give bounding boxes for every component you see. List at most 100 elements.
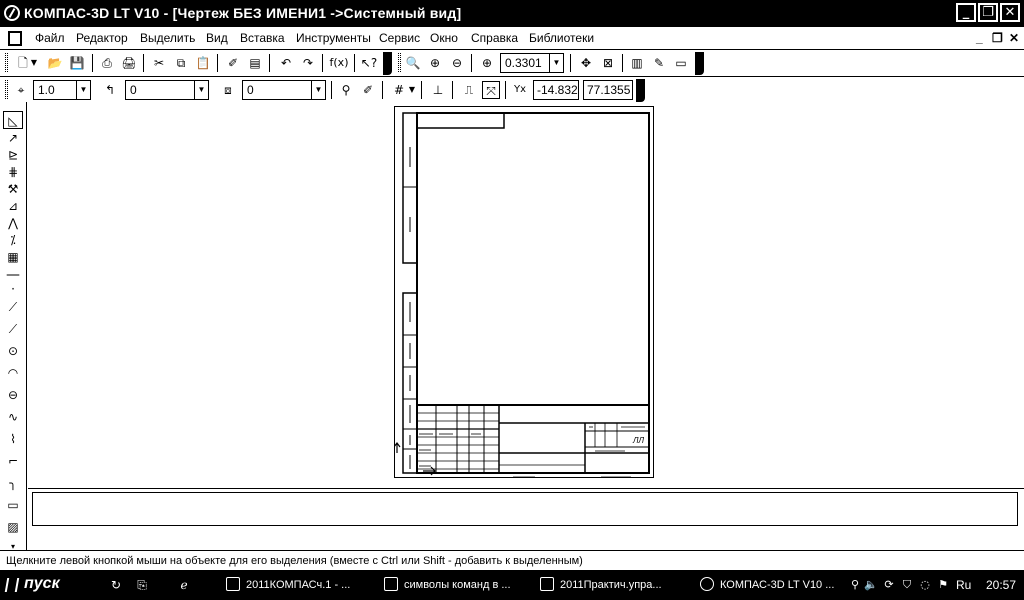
grid-icon[interactable]: # [390, 81, 408, 99]
mdi-minimize-button[interactable]: _ [976, 31, 983, 45]
quicklaunch-ie-icon[interactable]: ℯ [176, 577, 192, 593]
redo-icon[interactable]: ↷ [299, 54, 317, 72]
zoom-in-icon[interactable]: ⊕ [426, 54, 444, 72]
toolbar-grip[interactable] [5, 80, 8, 99]
nurbs-icon[interactable]: ∿ [3, 408, 23, 426]
mdi-restore-button[interactable]: ❐ [992, 31, 1003, 45]
tray-flag-icon[interactable]: ⚑ [936, 578, 950, 592]
quicklaunch-folder-icon[interactable]: ⎘ [134, 577, 150, 593]
rectangle-icon[interactable]: ▭ [3, 496, 23, 514]
menu-select[interactable]: Выделить [140, 31, 195, 45]
quicklaunch-refresh-icon[interactable]: ↻ [108, 577, 124, 593]
chevron-down-icon[interactable]: ▼ [194, 81, 208, 99]
layer-state-icon[interactable]: ⧈ [219, 81, 237, 99]
zoom-out-icon[interactable]: ⊖ [448, 54, 466, 72]
menu-window[interactable]: Окно [430, 31, 458, 45]
cut-icon[interactable]: ✂ [150, 54, 168, 72]
toolbar-grip[interactable] [398, 53, 401, 72]
angle-step-icon[interactable]: ↰ [101, 81, 119, 99]
select-panel-icon[interactable]: ⋀ [3, 214, 23, 232]
toolbar-end-cap[interactable] [695, 52, 704, 75]
snap-icon[interactable]: ⚲ [337, 81, 355, 99]
toolbar-end-cap[interactable] [383, 52, 392, 75]
open-icon[interactable]: 📂 [46, 54, 64, 72]
local-cs-icon[interactable]: ⊥ [429, 81, 447, 99]
zoom-scale-icon[interactable]: ⊕ [478, 54, 496, 72]
coord-x-field[interactable]: -14.832 [533, 80, 579, 100]
menu-edit[interactable]: Редактор [76, 31, 128, 45]
new-dropdown-icon[interactable]: ▼ [30, 54, 38, 72]
show-all-icon[interactable]: ⊠ [599, 54, 617, 72]
menu-libraries[interactable]: Библиотеки [529, 31, 594, 45]
measure-panel-icon[interactable]: ⊿ [3, 197, 23, 215]
tray-sync-icon[interactable]: ⟳ [882, 578, 896, 592]
menu-insert[interactable]: Вставка [240, 31, 285, 45]
layer-combo[interactable]: 0 ▼ [125, 80, 209, 100]
paste-icon[interactable]: 📋 [194, 54, 212, 72]
style-combo[interactable]: 0 ▼ [242, 80, 326, 100]
segment-icon[interactable]: ⟋ [3, 320, 23, 338]
round-off-icon[interactable]: ⤧ [482, 81, 500, 99]
reports-panel-icon[interactable]: ▦ [3, 248, 23, 266]
clock[interactable]: 20:57 [986, 578, 1016, 592]
task-button[interactable]: 2011КОМПАСч.1 - ... [224, 573, 356, 597]
ortho-icon[interactable]: ⎍ [460, 81, 478, 99]
chevron-down-icon[interactable]: ▼ [76, 81, 90, 99]
tray-app-icon[interactable]: ◌ [918, 578, 932, 592]
zoom-combo[interactable]: 0.3301 ▼ [500, 53, 564, 73]
polyline-icon[interactable]: ⌇ [3, 430, 23, 448]
hatch-icon[interactable]: ▨ [3, 518, 23, 536]
edit-panel-icon[interactable]: ⋕ [3, 163, 23, 181]
toolbar-grip[interactable] [5, 53, 8, 72]
task-button[interactable]: символы команд в ... [382, 573, 514, 597]
copy-icon[interactable]: ⧉ [172, 54, 190, 72]
parametrization-panel-icon[interactable]: ⚒ [3, 180, 23, 198]
toolbar-end-cap[interactable] [636, 79, 645, 102]
language-indicator[interactable]: Ru [956, 578, 971, 592]
variables-icon[interactable]: f(x) [328, 54, 350, 72]
chevron-down-icon[interactable]: ▼ [311, 81, 325, 99]
kompas-app-icon[interactable] [4, 5, 20, 21]
grid-dropdown-icon[interactable]: ▼ [408, 81, 416, 99]
context-help-icon[interactable]: ↖? [360, 54, 378, 72]
coord-y-field[interactable]: 77.1355 [583, 80, 633, 100]
redraw-icon[interactable]: ✎ [650, 54, 668, 72]
menu-view[interactable]: Вид [206, 31, 228, 45]
designations-panel-icon[interactable]: ⊵ [3, 146, 23, 164]
document-icon[interactable] [8, 31, 22, 46]
menu-service[interactable]: Сервис [379, 31, 420, 45]
point-icon[interactable]: · [3, 280, 23, 298]
cursor-step-icon[interactable]: ⌖ [12, 81, 30, 99]
auxiliary-line-icon[interactable]: ⟋ [3, 298, 23, 316]
local-snap-icon[interactable]: ✐ [359, 81, 377, 99]
chevron-down-icon[interactable]: ▼ [549, 54, 563, 72]
save-icon[interactable]: 💾 [68, 54, 86, 72]
tray-network-icon[interactable]: ⚲ [848, 578, 862, 592]
task-button[interactable]: 2011Практич.упра... [538, 573, 678, 597]
refresh-icon[interactable]: ▥ [628, 54, 646, 72]
geometry-panel-icon[interactable]: ◺ [3, 111, 23, 129]
chamfer-icon[interactable]: ⌐ [3, 452, 23, 470]
menu-help[interactable]: Справка [471, 31, 518, 45]
drawing-canvas[interactable]: ЛЛ [28, 102, 1024, 488]
document-manager-icon[interactable]: ▤ [246, 54, 264, 72]
pan-icon[interactable]: ✥ [577, 54, 595, 72]
close-button[interactable]: ✕ [1000, 3, 1020, 22]
circle-icon[interactable]: ⊙ [3, 342, 23, 360]
restore-button[interactable]: ❐ [978, 3, 998, 22]
menu-file[interactable]: Файл [35, 31, 65, 45]
tray-volume-icon[interactable]: 🔈 [864, 578, 878, 592]
undo-icon[interactable]: ↶ [277, 54, 295, 72]
mdi-close-button[interactable]: ✕ [1009, 31, 1019, 45]
start-button[interactable]: пуск [2, 574, 82, 596]
arc-icon[interactable]: ◠ [3, 364, 23, 382]
step-combo[interactable]: 1.0 ▼ [33, 80, 91, 100]
print-icon[interactable]: 🖨 [120, 54, 138, 72]
fillet-icon[interactable]: ╮ [3, 474, 23, 492]
zoom-window-icon[interactable]: 🔍 [404, 54, 422, 72]
menu-tools[interactable]: Инструменты [296, 31, 371, 45]
properties-icon[interactable]: ✐ [224, 54, 242, 72]
task-button-active[interactable]: КОМПАС-3D LT V10 ... [698, 573, 838, 597]
property-panel-area[interactable] [32, 492, 1018, 526]
layers-icon[interactable]: ▭ [672, 54, 690, 72]
